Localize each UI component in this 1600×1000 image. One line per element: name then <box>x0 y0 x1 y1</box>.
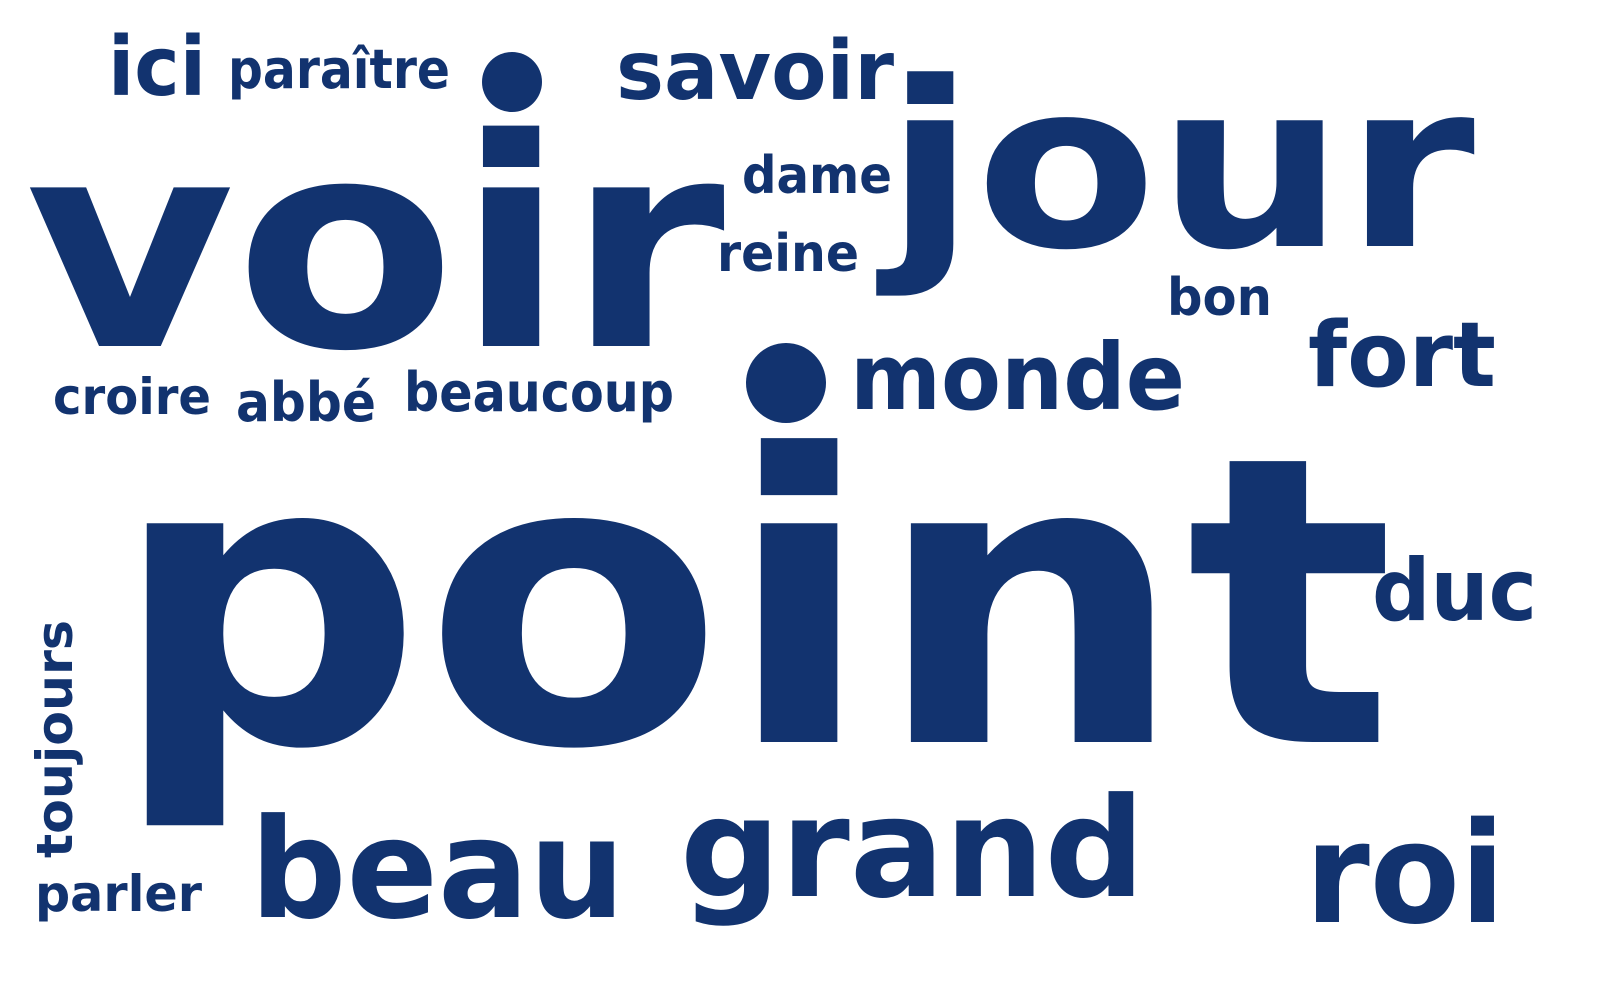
bullet-dot-top <box>482 52 542 112</box>
word-reine: reine <box>717 224 859 284</box>
word-ici: ici <box>108 20 206 115</box>
word-duc: duc <box>1372 541 1537 641</box>
word-jour: jour <box>876 34 1475 301</box>
word-roi: roi <box>1305 793 1505 956</box>
word-dame: dame <box>742 146 892 206</box>
word-cloud-canvas: point voir jour grand beau roi monde for… <box>25 20 1537 956</box>
word-monde: monde <box>850 324 1185 431</box>
word-cloud: point voir jour grand beau roi monde for… <box>0 0 1600 1000</box>
word-toujours: toujours <box>26 620 84 858</box>
word-grand: grand <box>680 768 1145 929</box>
word-paraitre: paraître <box>228 38 450 101</box>
bullet-dot-middle <box>746 343 826 423</box>
word-beaucoup: beaucoup <box>404 361 674 424</box>
word-savoir: savoir <box>616 24 895 119</box>
word-beau: beau <box>250 789 625 950</box>
word-fort: fort <box>1308 303 1496 408</box>
word-bon: bon <box>1167 268 1272 328</box>
word-parler: parler <box>35 865 202 923</box>
word-abbe: abbé <box>236 371 376 434</box>
word-croire: croire <box>53 368 211 426</box>
